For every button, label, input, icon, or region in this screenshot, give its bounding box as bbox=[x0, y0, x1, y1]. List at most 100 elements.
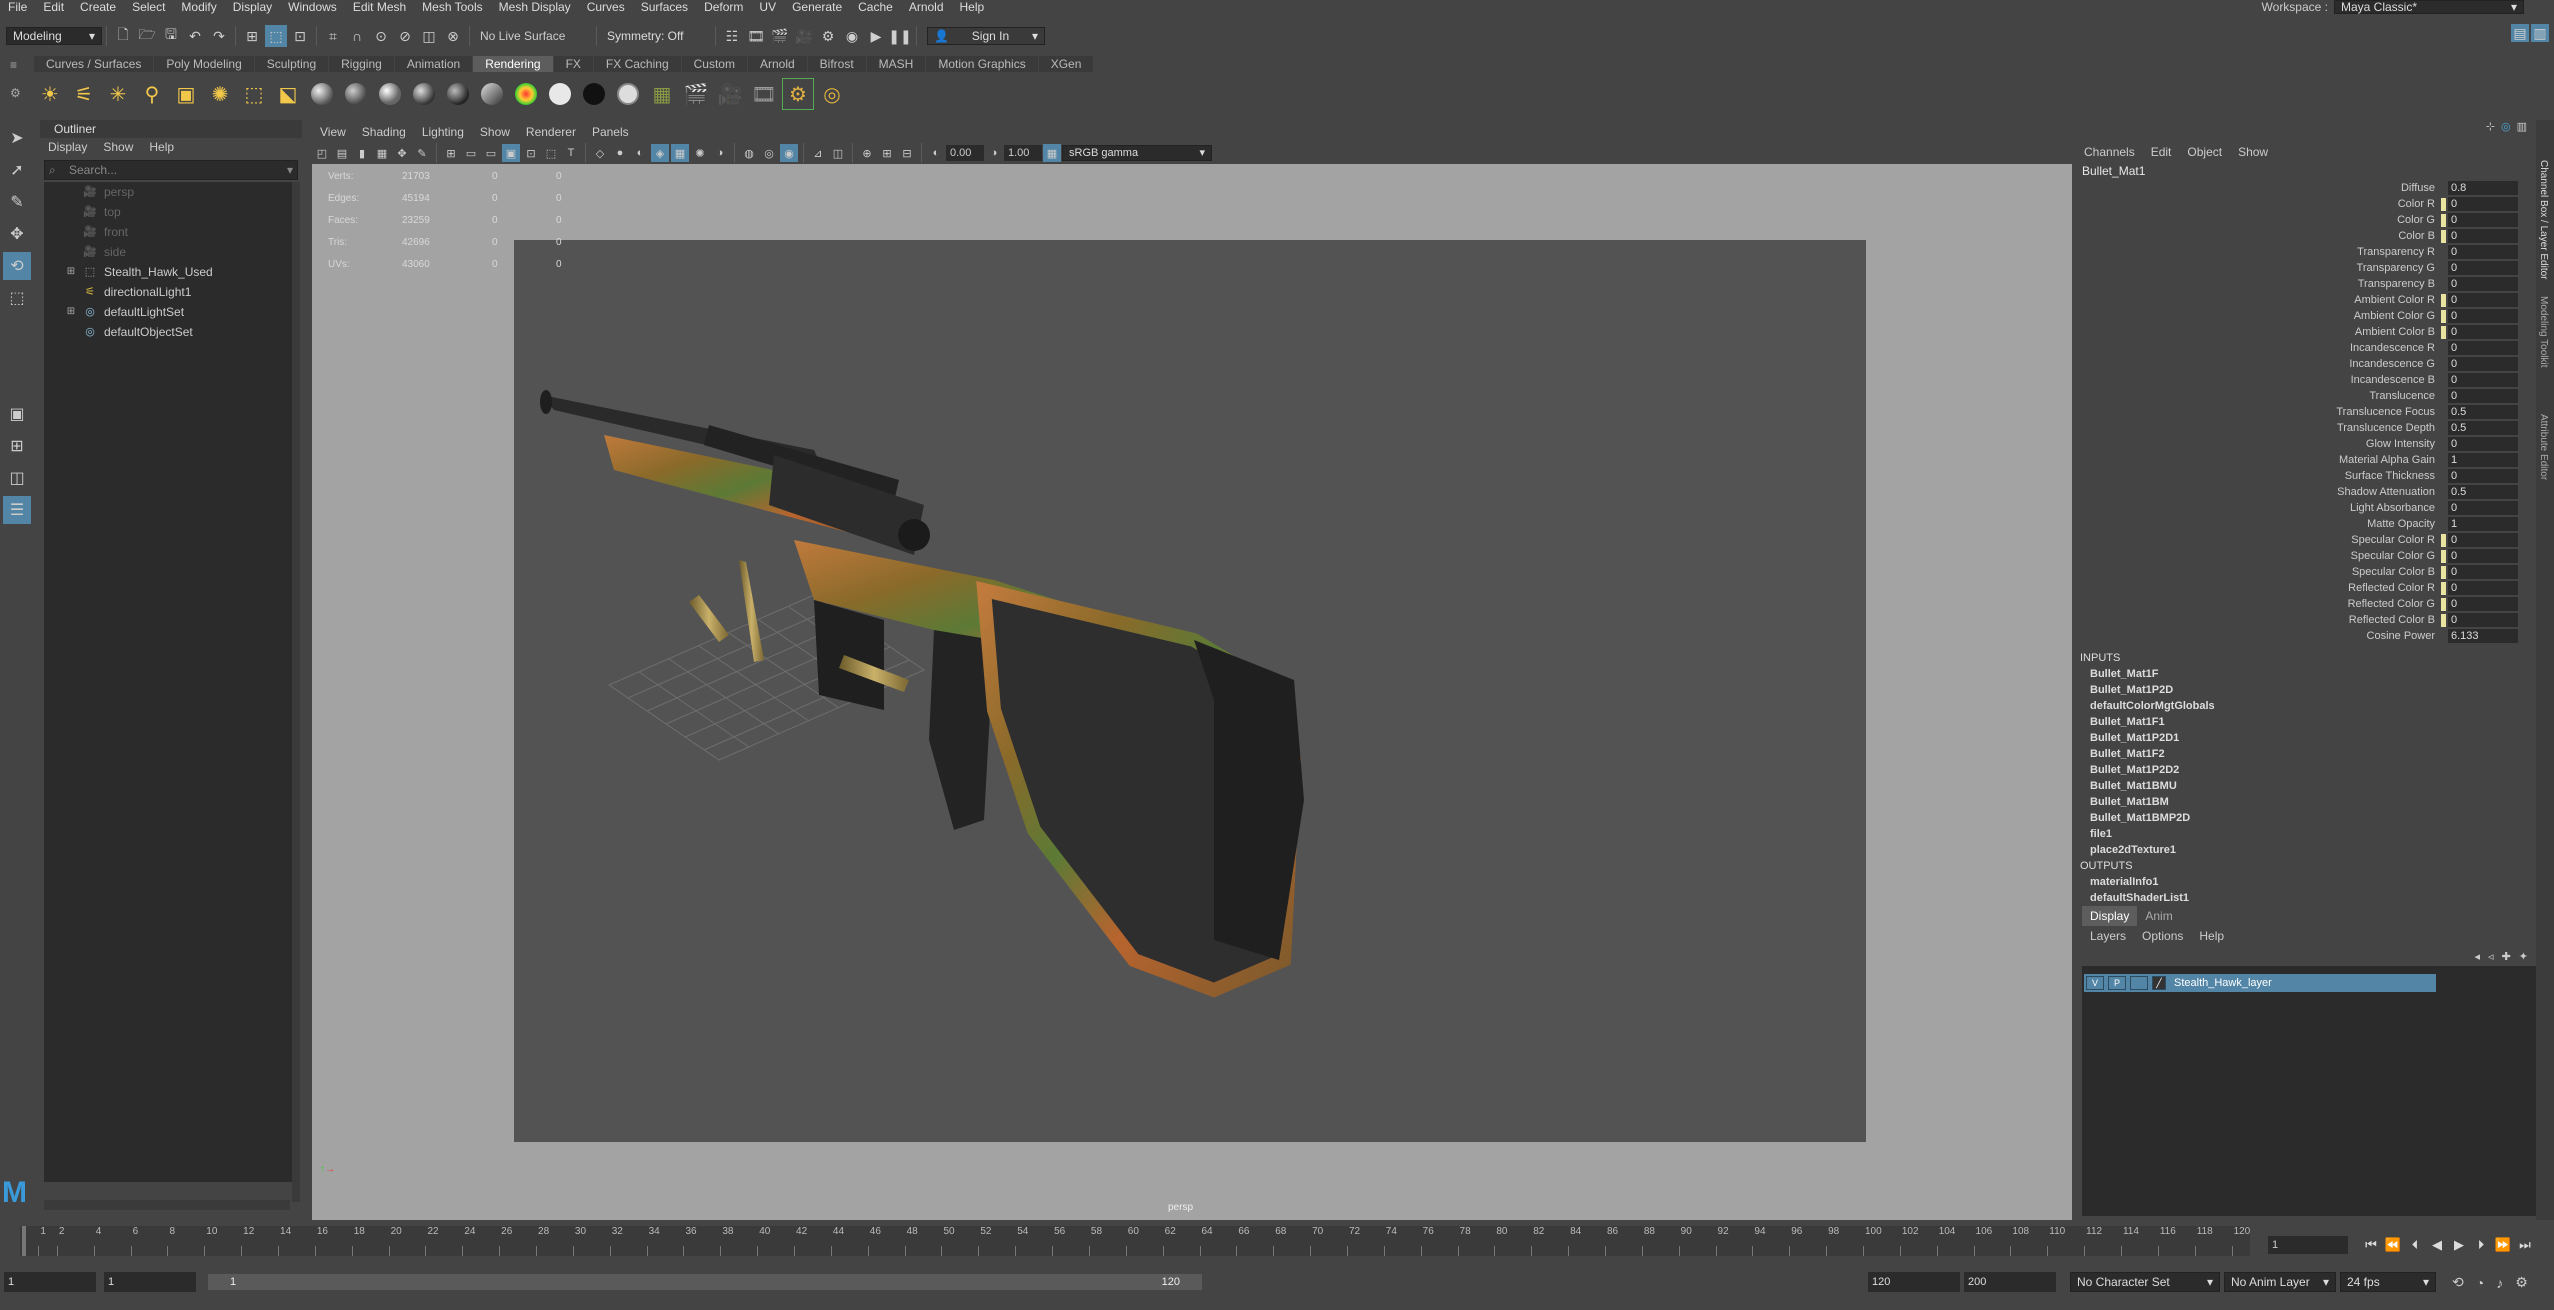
channelbox-menu-show[interactable]: Show bbox=[2230, 142, 2276, 162]
viewport-menu-lighting[interactable]: Lighting bbox=[414, 122, 472, 142]
lasso-tool-icon[interactable]: ➚ bbox=[3, 156, 31, 184]
render-settings-icon[interactable]: ⚙ bbox=[817, 25, 839, 47]
menu-mesh-tools[interactable]: Mesh Tools bbox=[414, 0, 490, 14]
attribute-value[interactable]: 0 bbox=[2448, 357, 2518, 371]
menu-generate[interactable]: Generate bbox=[784, 0, 850, 14]
black-material-icon[interactable] bbox=[578, 78, 610, 110]
attribute-value[interactable]: 0 bbox=[2448, 341, 2518, 355]
new-layer-selected-icon[interactable]: ✦ bbox=[2519, 950, 2528, 963]
tab-attribute-editor[interactable]: Attribute Editor bbox=[2538, 414, 2549, 480]
use-lights-icon[interactable]: ✺ bbox=[691, 144, 709, 162]
attribute-row[interactable]: Reflected Color B 0 bbox=[2076, 612, 2536, 628]
new-layer-icon[interactable]: ✚ bbox=[2502, 950, 2511, 963]
camera-aim-icon[interactable]: ⬕ bbox=[272, 78, 304, 110]
safe-title-icon[interactable]: T bbox=[562, 144, 580, 162]
select-hierarchy-icon[interactable]: ⊞ bbox=[241, 25, 263, 47]
attribute-row[interactable]: Surface Thickness 0 bbox=[2076, 468, 2536, 484]
outliner-search[interactable]: ⌕ Search... ▾ bbox=[44, 160, 298, 180]
expand-icon[interactable]: ⊞ bbox=[64, 262, 78, 282]
attribute-row[interactable]: Transparency G 0 bbox=[2076, 260, 2536, 276]
attribute-row[interactable]: Shadow Attenuation 0.5 bbox=[2076, 484, 2536, 500]
outliner-view-icon[interactable]: ☰ bbox=[3, 496, 31, 524]
redo-icon[interactable]: ↷ bbox=[208, 25, 230, 47]
smooth-shade-icon[interactable]: ● bbox=[611, 144, 629, 162]
grid-icon[interactable]: ⊞ bbox=[442, 144, 460, 162]
bookmark-icon[interactable]: ▮ bbox=[353, 144, 371, 162]
volume-light-icon[interactable]: ✺ bbox=[204, 78, 236, 110]
menu-modify[interactable]: Modify bbox=[173, 0, 224, 14]
viewport-menu-renderer[interactable]: Renderer bbox=[518, 122, 584, 142]
snap-surface-icon[interactable]: ◫ bbox=[418, 25, 440, 47]
blinn-material-icon[interactable] bbox=[306, 78, 338, 110]
live-surface-label[interactable]: No Live Surface bbox=[474, 29, 592, 43]
exposure-icon[interactable]: ◐ bbox=[927, 144, 945, 162]
textured-icon[interactable]: ▦ bbox=[671, 144, 689, 162]
shadows-icon[interactable]: ◑ bbox=[711, 144, 729, 162]
layer-tab-anim[interactable]: Anim bbox=[2137, 906, 2180, 926]
select-component-icon[interactable]: ⊡ bbox=[289, 25, 311, 47]
ambient-occlusion-icon[interactable]: ◍ bbox=[740, 144, 758, 162]
input-node[interactable]: Bullet_Mat1F2 bbox=[2076, 746, 2536, 762]
menu-arnold[interactable]: Arnold bbox=[901, 0, 952, 14]
gamma-icon[interactable]: ◑ bbox=[985, 144, 1003, 162]
isolate-select-icon[interactable]: ⊿ bbox=[809, 144, 827, 162]
outliner-menu-help[interactable]: Help bbox=[141, 138, 182, 156]
scale-tool-icon[interactable]: ⬚ bbox=[3, 284, 31, 312]
spot-light-icon[interactable]: ⚲ bbox=[136, 78, 168, 110]
phong-material-icon[interactable] bbox=[374, 78, 406, 110]
tab-channel-box[interactable]: Channel Box / Layer Editor bbox=[2538, 160, 2549, 280]
xray-components-icon[interactable]: ⊞ bbox=[878, 144, 896, 162]
outliner-item[interactable]: ⚟ directionalLight1 bbox=[44, 282, 298, 302]
attribute-value[interactable]: 0.8 bbox=[2448, 181, 2518, 195]
attribute-value[interactable]: 1 bbox=[2448, 453, 2518, 467]
current-frame-field[interactable]: 1 bbox=[2268, 1236, 2348, 1254]
mode-dropdown[interactable]: Modeling ▾ bbox=[6, 27, 102, 45]
animation-start-field[interactable]: 1 bbox=[4, 1272, 96, 1292]
motion-blur-icon[interactable]: ◎ bbox=[760, 144, 778, 162]
attribute-value[interactable]: 0 bbox=[2448, 565, 2518, 579]
attribute-value[interactable]: 0.5 bbox=[2448, 405, 2518, 419]
options-icon[interactable]: ▥ bbox=[2517, 120, 2527, 133]
attribute-value[interactable]: 0 bbox=[2448, 261, 2518, 275]
gamma-field[interactable]: 1.00 bbox=[1004, 145, 1042, 161]
color-space-dropdown[interactable]: sRGB gamma ▾ bbox=[1062, 145, 1212, 161]
modeling-toolkit-toggle-icon[interactable]: ▤ bbox=[2511, 24, 2529, 42]
hypershade-icon[interactable]: ◎ bbox=[816, 78, 848, 110]
viewport-menu-panels[interactable]: Panels bbox=[584, 122, 637, 142]
loop-icon[interactable]: ⟲ bbox=[2452, 1274, 2464, 1291]
ramp-shader-icon[interactable] bbox=[510, 78, 542, 110]
snap-grid-icon[interactable]: ⌗ bbox=[322, 25, 344, 47]
attribute-value[interactable]: 0 bbox=[2448, 293, 2518, 307]
outliner-menu-show[interactable]: Show bbox=[95, 138, 141, 156]
gate-mask-icon[interactable]: ▣ bbox=[502, 144, 520, 162]
menu-file[interactable]: File bbox=[0, 0, 35, 14]
channelbox-menu-object[interactable]: Object bbox=[2179, 142, 2230, 162]
default-material-icon[interactable]: ◐ bbox=[631, 144, 649, 162]
anim-layer-dropdown[interactable]: No Anim Layer ▾ bbox=[2224, 1272, 2336, 1292]
attribute-row[interactable]: Matte Opacity 1 bbox=[2076, 516, 2536, 532]
attribute-row[interactable]: Incandescence R 0 bbox=[2076, 340, 2536, 356]
arnold-render-icon[interactable]: ▶ bbox=[865, 25, 887, 47]
attribute-row[interactable]: Ambient Color R 0 bbox=[2076, 292, 2536, 308]
menu-mesh-display[interactable]: Mesh Display bbox=[491, 0, 579, 14]
step-forward-frame-icon[interactable]: ⏵ bbox=[2470, 1237, 2492, 1253]
ipr-render-icon[interactable]: 🎥 bbox=[793, 25, 815, 47]
shelf-tab-bifrost[interactable]: Bifrost bbox=[807, 56, 866, 72]
attribute-row[interactable]: Incandescence G 0 bbox=[2076, 356, 2536, 372]
layer-menu-options[interactable]: Options bbox=[2134, 926, 2191, 946]
directional-light-icon[interactable]: ⚟ bbox=[68, 78, 100, 110]
surface-shader-icon[interactable] bbox=[442, 78, 474, 110]
menu-curves[interactable]: Curves bbox=[579, 0, 633, 14]
render-frame-icon[interactable]: 🎬 bbox=[769, 25, 791, 47]
menu-create[interactable]: Create bbox=[72, 0, 124, 14]
symmetry-view-icon[interactable]: ⊟ bbox=[898, 144, 916, 162]
attribute-row[interactable]: Diffuse 0.8 bbox=[2076, 180, 2536, 196]
attribute-row[interactable]: Light Absorbance 0 bbox=[2076, 500, 2536, 516]
workspace-dropdown[interactable]: Maya Classic* ▾ bbox=[2334, 0, 2524, 14]
input-node[interactable]: place2dTexture1 bbox=[2076, 842, 2536, 858]
channelbox-menu-channels[interactable]: Channels bbox=[2076, 142, 2143, 162]
range-bar[interactable]: 1 120 bbox=[208, 1274, 1202, 1290]
current-time-marker[interactable] bbox=[22, 1226, 26, 1256]
attribute-row[interactable]: Ambient Color G 0 bbox=[2076, 308, 2536, 324]
shelf-tab-rigging[interactable]: Rigging bbox=[329, 56, 394, 72]
